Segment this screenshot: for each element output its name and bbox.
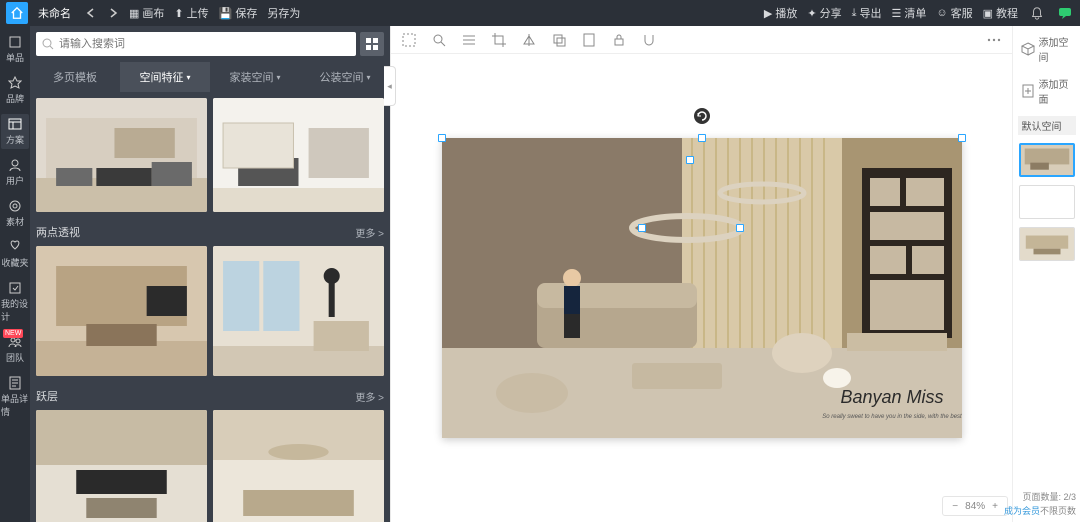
tab-space-feature[interactable]: 空间特征▾ [120,62,210,92]
tab-home-space[interactable]: 家装空间▾ [210,62,300,92]
saveas-button[interactable]: 另存为 [267,5,300,21]
search-icon [42,38,54,50]
home-button[interactable] [6,2,28,24]
zoom-out-button[interactable]: − [949,501,961,512]
tab-public-space[interactable]: 公装空间▾ [300,62,390,92]
artboard[interactable]: Banyan Miss So really sweet to have you … [442,138,962,438]
right-panel: 添加空间 添加页面 默认空间 [1012,26,1080,522]
page-tool[interactable] [581,32,597,48]
rail-item-single[interactable]: 单品 [1,32,29,67]
rail-item-brand[interactable]: 品牌 [1,73,29,108]
section-title: 两点透视 [36,224,80,240]
resize-handle-nw[interactable] [438,134,446,142]
select-tool[interactable] [401,32,417,48]
page-thumb[interactable] [1019,143,1075,177]
bell-icon[interactable] [1028,4,1046,22]
footer-info: 页面数量: 2/3 成为会员不限页数 [1004,490,1076,518]
tab-multi-template[interactable]: 多页模板 [30,62,120,92]
add-space-button[interactable]: 添加空间 [1017,30,1077,68]
export-button[interactable]: ⤓ 导出 [852,5,882,21]
zoom-value: 84% [965,501,985,512]
template-thumb[interactable] [213,98,384,212]
rotate-handle[interactable] [694,108,710,124]
grid-icon [365,37,379,51]
page-thumb[interactable] [1019,227,1075,261]
tutorial-button[interactable]: ▣ 教程 [983,5,1018,21]
page-count: 页面数量: 2/3 [1004,490,1076,504]
section-header: 两点透视 更多 > [36,224,384,240]
template-thumb[interactable] [36,410,207,522]
template-thumb[interactable] [213,246,384,376]
left-rail: 单品 品牌 方案 用户 素材 收藏夹 我的设计 NEW团队 单品详情 [0,26,30,522]
canvas-area: Banyan Miss So really sweet to have you … [390,26,1012,522]
share-button[interactable]: ✦ 分享 [807,5,841,21]
more-link[interactable]: 更多 > [355,389,384,404]
rail-item-favorites[interactable]: 收藏夹 [1,237,29,272]
resize-handle-ne[interactable] [958,134,966,142]
more-link[interactable]: 更多 > [355,225,384,240]
member-tail: 不限页数 [1040,506,1076,516]
search-input[interactable] [59,38,350,50]
chevron-down-icon: ▾ [366,73,370,82]
space-label: 默认空间 [1018,116,1076,135]
save-button[interactable]: 💾 保存 [219,5,258,21]
search-input-wrap[interactable] [36,32,356,56]
rail-item-detail[interactable]: 单品详情 [1,373,29,421]
library-scroll[interactable]: 两点透视 更多 > 跃层 更多 > [30,92,390,522]
crop-tool[interactable] [491,32,507,48]
section-title: 跃层 [36,388,58,404]
redo-button[interactable] [107,7,119,19]
zoom-in-button[interactable]: + [989,501,1001,512]
top-bar: 未命名 ▦ 画布 ⬆ 上传 💾 保存 另存为 ▶ 播放 ✦ 分享 ⤓ 导出 ☰ … [0,0,1080,26]
collapse-panel-button[interactable]: ◂ [384,66,396,106]
stage[interactable]: Banyan Miss So really sweet to have you … [391,54,1012,522]
upload-button[interactable]: ⬆ 上传 [174,5,208,21]
rail-item-material[interactable]: 素材 [1,196,29,231]
new-badge-icon: NEW [3,329,23,338]
undo-button[interactable] [85,7,97,19]
layout-toggle-button[interactable] [360,32,384,56]
chevron-down-icon: ▾ [186,73,190,82]
cube-icon [1021,42,1035,56]
rail-item-plan[interactable]: 方案 [1,114,29,149]
section-header: 跃层 更多 > [36,388,384,404]
document-title: 未命名 [38,5,71,21]
selection-handles [442,138,962,438]
rail-item-user[interactable]: 用户 [1,155,29,190]
rail-item-team[interactable]: NEW团队 [1,332,29,367]
support-button[interactable]: ☺ 客服 [936,5,972,21]
resize-handle-inner-e[interactable] [736,224,744,232]
template-thumb[interactable] [213,410,384,522]
resize-handle-inner-n[interactable] [686,156,694,164]
chat-icon[interactable] [1056,4,1074,22]
chevron-down-icon: ▾ [276,73,280,82]
rail-item-mydesign[interactable]: 我的设计 [1,278,29,326]
flip-tool[interactable] [521,32,537,48]
template-thumb[interactable] [36,98,207,212]
resize-handle-inner-w[interactable] [638,224,646,232]
resize-handle-n[interactable] [698,134,706,142]
lock-tool[interactable] [611,32,627,48]
list-button[interactable]: ☰ 清单 [891,5,926,21]
align-tool[interactable] [461,32,477,48]
template-thumb[interactable] [36,246,207,376]
zoom-control[interactable]: − 84% + [942,496,1008,516]
add-page-button[interactable]: 添加页面 [1017,72,1077,110]
library-panel: 多页模板 空间特征▾ 家装空间▾ 公装空间▾ 两点透视 更多 > 跃层 [30,26,390,522]
canvas-button[interactable]: ▦ 画布 [129,5,164,21]
page-thumb[interactable] [1019,185,1075,219]
copy-tool[interactable] [551,32,567,48]
canvas-toolbar [391,26,1012,54]
play-button[interactable]: ▶ 播放 [764,5,797,21]
snap-tool[interactable] [641,32,657,48]
member-link[interactable]: 成为会员 [1004,506,1040,516]
more-tool[interactable] [986,32,1002,48]
zoom-tool[interactable] [431,32,447,48]
page-plus-icon [1021,84,1035,98]
category-tabs: 多页模板 空间特征▾ 家装空间▾ 公装空间▾ [30,62,390,92]
